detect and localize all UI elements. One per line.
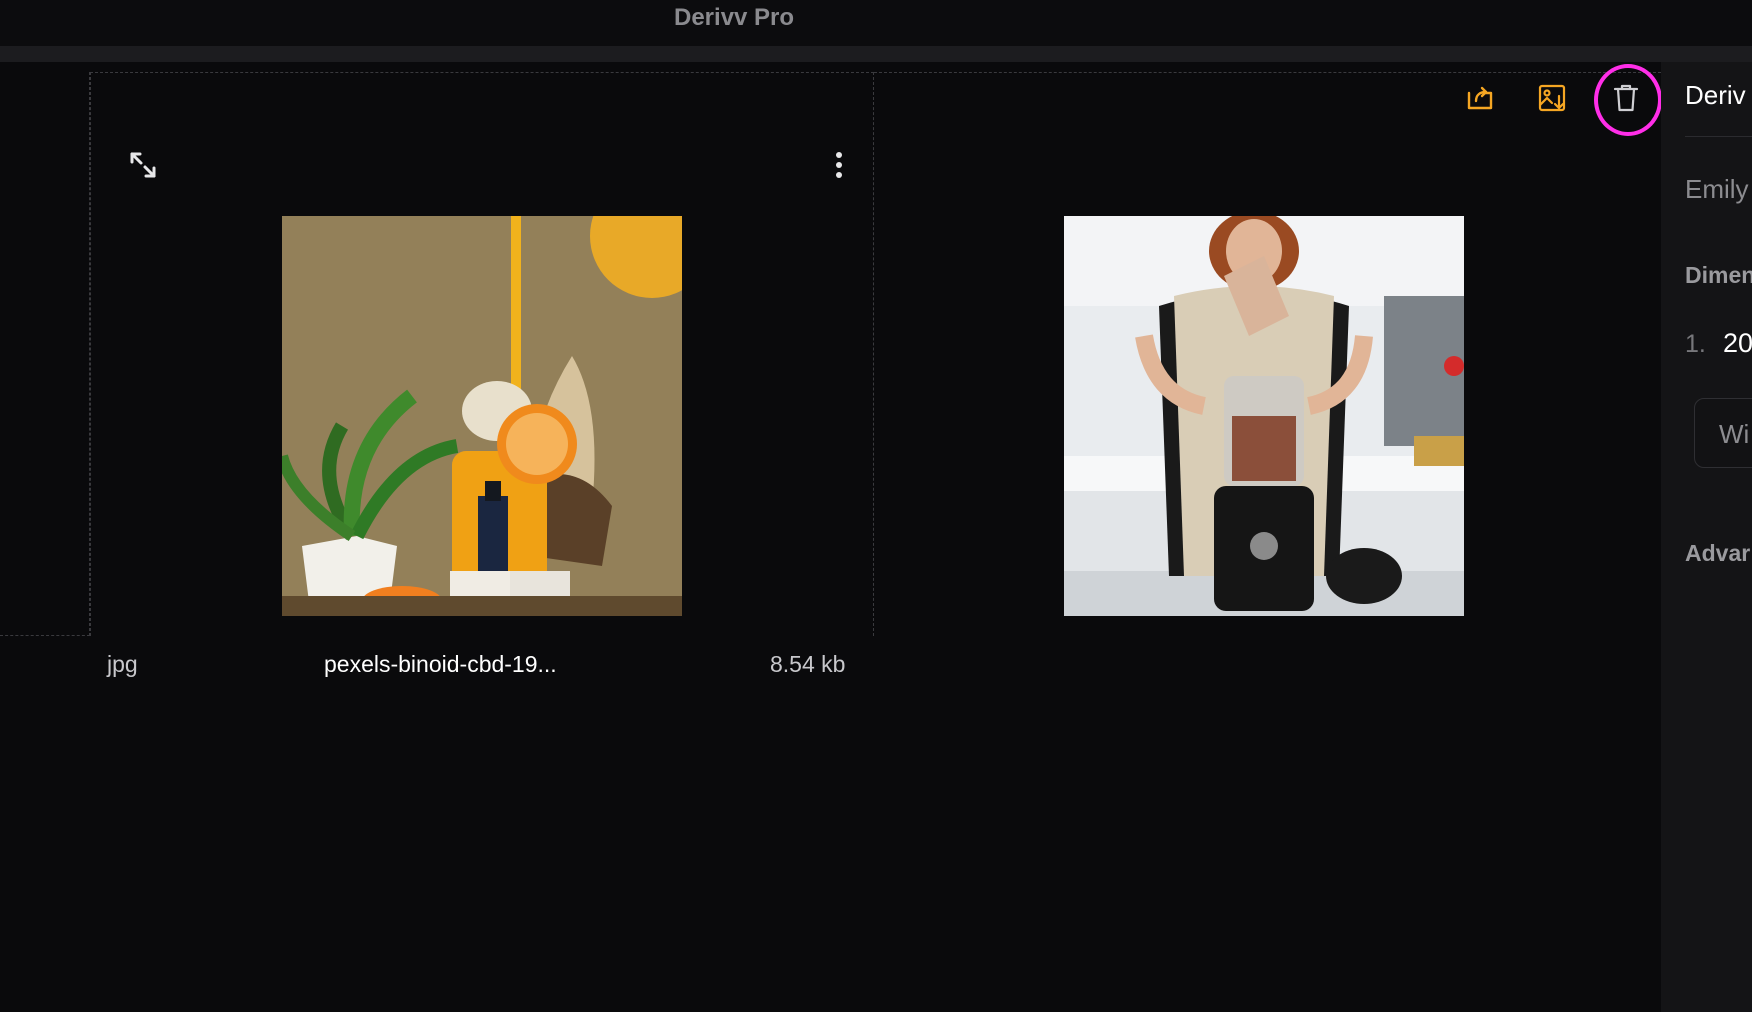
dimension-index: 1. xyxy=(1685,330,1706,358)
cbd-still-life-image xyxy=(282,216,682,616)
expand-icon xyxy=(130,152,156,178)
properties-panel: Deriv Emily Dimen 1. 20 Wi Advar xyxy=(1661,62,1752,1012)
file-type-label: jpg xyxy=(107,651,138,677)
panel-divider xyxy=(1685,136,1752,137)
delete-button-highlight xyxy=(1594,64,1662,136)
dimension-value[interactable]: 20 xyxy=(1723,328,1752,359)
more-vertical-icon xyxy=(836,152,842,178)
file-size-label: 8.54 kb xyxy=(770,651,846,677)
expand-button[interactable] xyxy=(126,148,160,182)
asset-thumbnail[interactable] xyxy=(1064,216,1464,616)
app-title: Derivv Pro xyxy=(674,4,795,31)
previous-card-edge xyxy=(0,72,90,636)
share-icon xyxy=(1467,86,1493,110)
panel-user[interactable]: Emily xyxy=(1685,174,1749,205)
image-download-icon xyxy=(1538,84,1566,112)
width-input[interactable]: Wi xyxy=(1694,398,1752,468)
title-bar: Derivv Pro xyxy=(0,0,1752,46)
more-options-button[interactable] xyxy=(826,148,852,182)
dimensions-section-title: Dimen xyxy=(1685,262,1752,288)
advanced-section-title[interactable]: Advar xyxy=(1685,540,1750,567)
image-download-button[interactable] xyxy=(1532,78,1572,118)
file-name-label: pexels-binoid-cbd-19... xyxy=(324,651,557,677)
title-strip xyxy=(0,46,1752,62)
panel-heading: Deriv xyxy=(1685,80,1746,110)
card-row-border xyxy=(874,72,1661,73)
share-button[interactable] xyxy=(1460,78,1500,118)
blender-woman-image xyxy=(1064,216,1464,616)
asset-thumbnail[interactable] xyxy=(282,216,682,616)
